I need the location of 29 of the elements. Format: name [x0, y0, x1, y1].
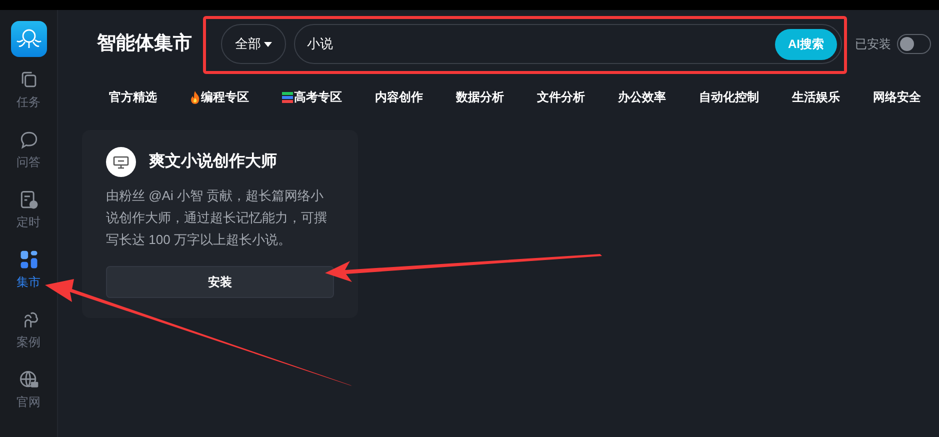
filter-dropdown[interactable]: 全部: [221, 24, 286, 64]
category-tab[interactable]: 内容创作: [375, 88, 423, 106]
category-tab[interactable]: 生活娱乐: [792, 88, 840, 106]
category-tab[interactable]: 数据分析: [456, 88, 504, 106]
card-description: 由粉丝 @Ai 小智 贡献，超长篇网络小说创作大师，通过超长记忆能力，可撰写长达 100 万字以上超长小说。: [106, 187, 328, 249]
sidebar-item[interactable]: 任务: [16, 67, 40, 127]
installed-toggle[interactable]: [897, 34, 931, 54]
fire-icon: [190, 90, 200, 104]
category-tab[interactable]: 官方精选: [109, 88, 157, 106]
category-tab[interactable]: 高考专区: [282, 88, 342, 106]
app-logo[interactable]: [10, 21, 46, 57]
sidebar-item[interactable]: 官网: [16, 367, 40, 427]
category-tab[interactable]: 自动化控制: [699, 88, 759, 106]
sidebar-item[interactable]: 案例: [16, 307, 40, 367]
install-button[interactable]: 安装: [106, 266, 334, 298]
caret-icon: [264, 42, 272, 46]
installed-label: 已安装: [855, 36, 891, 53]
sidebar-item[interactable]: 定时: [16, 187, 40, 247]
category-tab[interactable]: 办公效率: [618, 88, 666, 106]
search-field[interactable]: 小说 AI搜索: [294, 24, 842, 64]
sidebar-item[interactable]: 问答: [16, 127, 40, 187]
category-tab[interactable]: 网络安全: [873, 88, 921, 106]
sidebar-item[interactable]: 集市: [16, 247, 40, 307]
books-icon: [282, 92, 293, 102]
category-tab[interactable]: 文件分析: [537, 88, 585, 106]
card-title: 爽文小说创作大师: [149, 151, 277, 172]
category-tab[interactable]: 编程专区: [190, 88, 249, 106]
agent-avatar: [106, 147, 136, 177]
page-title: 智能体集市: [97, 32, 193, 56]
